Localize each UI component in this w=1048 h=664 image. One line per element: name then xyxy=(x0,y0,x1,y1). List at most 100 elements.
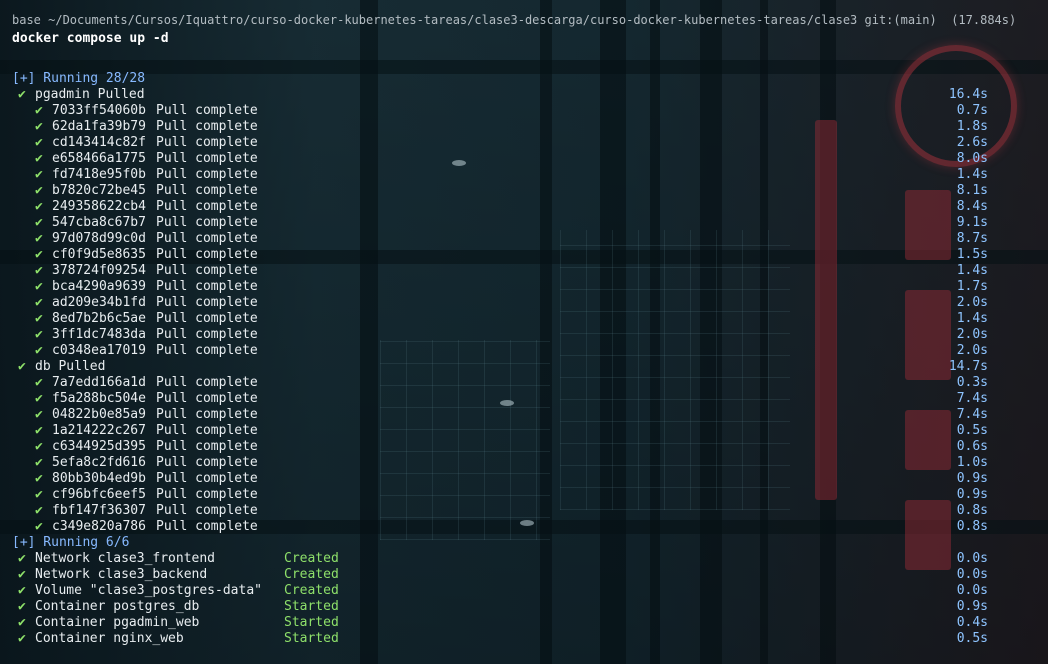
layer-id: e658466a1775 xyxy=(52,151,146,166)
layer-id: 249358622cb4 xyxy=(52,199,146,214)
layer-line: ✔ cf96bfc6eef5 Pull complete 0.9s xyxy=(0,487,1048,503)
layer-line: ✔ 1a214222c267 Pull complete 0.5s xyxy=(0,423,1048,439)
layer-time: 7.4s xyxy=(956,391,988,406)
check-icon: ✔ xyxy=(35,279,43,294)
layer-id: b7820c72be45 xyxy=(52,183,146,198)
resource-name: Container pgadmin_web xyxy=(35,615,200,630)
layer-status: Pull complete xyxy=(156,327,258,342)
layer-time: 1.4s xyxy=(956,167,988,182)
resource-name: Network clase3_backend xyxy=(35,567,208,582)
layer-status: Pull complete xyxy=(156,471,258,486)
layer-id: 97d078d99c0d xyxy=(52,231,146,246)
resource-status: Started xyxy=(284,631,339,646)
layer-time: 8.7s xyxy=(956,231,988,246)
layer-id: 04822b0e85a9 xyxy=(52,407,146,422)
check-icon: ✔ xyxy=(18,551,26,566)
layer-status: Pull complete xyxy=(156,295,258,310)
layer-id: c349e820a786 xyxy=(52,519,146,534)
layer-status: Pull complete xyxy=(156,439,258,454)
check-icon: ✔ xyxy=(35,503,43,518)
layer-time: 7.4s xyxy=(956,407,988,422)
resource-name: Container nginx_web xyxy=(35,631,184,646)
layer-line: ✔ 04822b0e85a9 Pull complete 7.4s xyxy=(0,407,1048,423)
resource-status: Started xyxy=(284,615,339,630)
layer-line: ✔ cf0f9d5e8635 Pull complete 1.5s xyxy=(0,247,1048,263)
check-icon: ✔ xyxy=(35,183,43,198)
layer-status: Pull complete xyxy=(156,375,258,390)
command-line: docker compose up -d xyxy=(12,31,169,46)
layer-id: bca4290a9639 xyxy=(52,279,146,294)
layer-status: Pull complete xyxy=(156,199,258,214)
check-icon: ✔ xyxy=(18,599,26,614)
layer-line: ✔ 378724f09254 Pull complete 1.4s xyxy=(0,263,1048,279)
check-icon: ✔ xyxy=(35,487,43,502)
resource-status: Created xyxy=(284,551,339,566)
service-line: ✔ pgadmin Pulled 16.4s xyxy=(0,87,1048,103)
layer-time: 2.0s xyxy=(956,343,988,358)
check-icon: ✔ xyxy=(35,215,43,230)
layer-line: ✔ 80bb30b4ed9b Pull complete 0.9s xyxy=(0,471,1048,487)
layer-status: Pull complete xyxy=(156,343,258,358)
resource-time: 0.5s xyxy=(956,631,988,646)
check-icon: ✔ xyxy=(35,375,43,390)
layer-time: 0.7s xyxy=(956,103,988,118)
layer-status: Pull complete xyxy=(156,279,258,294)
layer-line: ✔ 3ff1dc7483da Pull complete 2.0s xyxy=(0,327,1048,343)
check-icon: ✔ xyxy=(35,343,43,358)
layer-time: 8.4s xyxy=(956,199,988,214)
layer-id: ad209e34b1fd xyxy=(52,295,146,310)
check-icon: ✔ xyxy=(35,327,43,342)
resource-time: 0.0s xyxy=(956,583,988,598)
check-icon: ✔ xyxy=(35,119,43,134)
layer-id: c6344925d395 xyxy=(52,439,146,454)
layer-line: ✔ b7820c72be45 Pull complete 8.1s xyxy=(0,183,1048,199)
shell-prompt: base ~/Documents/Cursos/Iquattro/curso-d… xyxy=(12,13,1017,27)
layer-id: fd7418e95f0b xyxy=(52,167,146,182)
layer-status: Pull complete xyxy=(156,503,258,518)
layer-status: Pull complete xyxy=(156,215,258,230)
layer-line: ✔ c6344925d395 Pull complete 0.6s xyxy=(0,439,1048,455)
layer-time: 2.6s xyxy=(956,135,988,150)
check-icon: ✔ xyxy=(18,567,26,582)
layer-line: ✔ fbf147f36307 Pull complete 0.8s xyxy=(0,503,1048,519)
layer-status: Pull complete xyxy=(156,135,258,150)
layer-status: Pull complete xyxy=(156,519,258,534)
resource-status: Started xyxy=(284,599,339,614)
service-time: 14.7s xyxy=(948,359,988,374)
layer-id: 7033ff54060b xyxy=(52,103,146,118)
resource-name: Volume "clase3_postgres-data" xyxy=(35,583,262,598)
layer-time: 1.4s xyxy=(956,311,988,326)
layer-line: ✔ f5a288bc504e Pull complete 7.4s xyxy=(0,391,1048,407)
layer-status: Pull complete xyxy=(156,151,258,166)
resource-line: ✔ Container postgres_db Started 0.9s xyxy=(0,599,1048,615)
layer-status: Pull complete xyxy=(156,487,258,502)
check-icon: ✔ xyxy=(35,391,43,406)
check-icon: ✔ xyxy=(35,311,43,326)
resource-name: Container postgres_db xyxy=(35,599,200,614)
layer-status: Pull complete xyxy=(156,311,258,326)
layer-id: 8ed7b2b6c5ae xyxy=(52,311,146,326)
layer-time: 2.0s xyxy=(956,327,988,342)
layer-line: ✔ bca4290a9639 Pull complete 1.7s xyxy=(0,279,1048,295)
layer-time: 1.7s xyxy=(956,279,988,294)
resource-line: ✔ Container pgadmin_web Started 0.4s xyxy=(0,615,1048,631)
layer-line: ✔ 547cba8c67b7 Pull complete 9.1s xyxy=(0,215,1048,231)
layer-time: 1.8s xyxy=(956,119,988,134)
layer-time: 8.1s xyxy=(956,183,988,198)
layer-status: Pull complete xyxy=(156,391,258,406)
resource-line: ✔ Volume "clase3_postgres-data" Created 0.0… xyxy=(0,583,1048,599)
layer-id: cf96bfc6eef5 xyxy=(52,487,146,502)
layer-time: 0.9s xyxy=(956,487,988,502)
resource-time: 0.9s xyxy=(956,599,988,614)
pull-header-text: [+] Running 28/28 xyxy=(12,71,146,86)
resource-name: Network clase3_frontend xyxy=(35,551,216,566)
service-time: 16.4s xyxy=(948,87,988,102)
check-icon: ✔ xyxy=(35,295,43,310)
service-line: ✔ db Pulled 14.7s xyxy=(0,359,1048,375)
layer-line: ✔ 7033ff54060b Pull complete 0.7s xyxy=(0,103,1048,119)
layer-status: Pull complete xyxy=(156,247,258,262)
layer-id: 1a214222c267 xyxy=(52,423,146,438)
layer-line: ✔ c349e820a786 Pull complete 0.8s xyxy=(0,519,1048,535)
layer-status: Pull complete xyxy=(156,407,258,422)
layer-status: Pull complete xyxy=(156,183,258,198)
